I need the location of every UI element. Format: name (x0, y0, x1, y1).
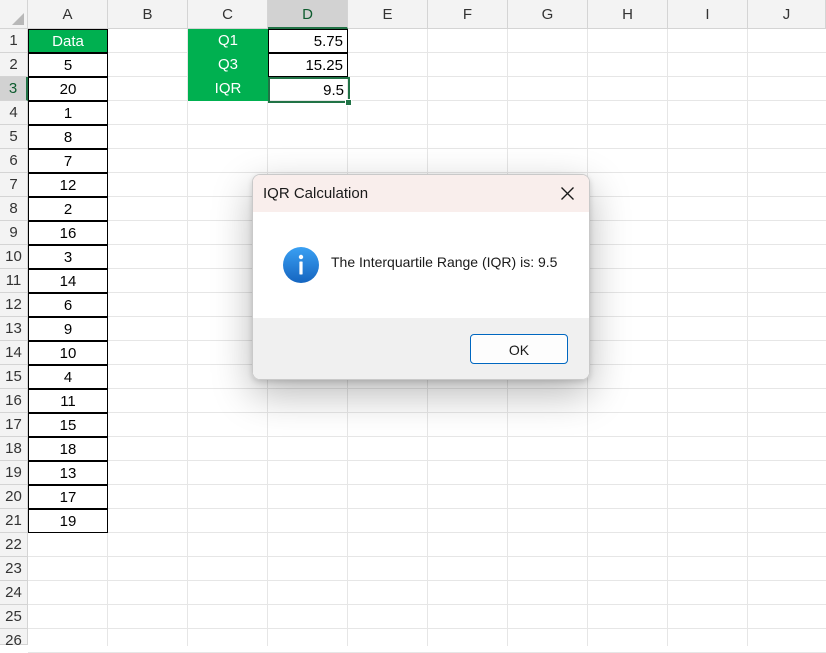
close-icon (561, 187, 574, 200)
gridline-horizontal (28, 100, 826, 101)
row-header-3[interactable]: 3 (0, 77, 28, 101)
select-all-triangle-icon (12, 13, 24, 25)
row-header-17[interactable]: 17 (0, 413, 28, 437)
ok-button[interactable]: OK (470, 334, 568, 364)
row-header-19[interactable]: 19 (0, 461, 28, 485)
row-header-21[interactable]: 21 (0, 509, 28, 533)
row-header-24[interactable]: 24 (0, 581, 28, 605)
gridline-horizontal (28, 148, 826, 149)
cell-c1-q1-label[interactable]: Q1 (188, 29, 268, 53)
gridline-horizontal (28, 604, 826, 605)
cell-a4[interactable]: 1 (28, 101, 108, 125)
cell-a3[interactable]: 20 (28, 77, 108, 101)
gridline-horizontal (28, 172, 826, 173)
row-header-13[interactable]: 13 (0, 317, 28, 341)
cell-a10[interactable]: 3 (28, 245, 108, 269)
gridline-horizontal (28, 532, 826, 533)
gridline-horizontal (28, 484, 826, 485)
row-header-6[interactable]: 6 (0, 149, 28, 173)
row-header-4[interactable]: 4 (0, 101, 28, 125)
cell-d1-q1-value[interactable]: 5.75 (268, 29, 348, 53)
row-header-1[interactable]: 1 (0, 29, 28, 53)
row-header-12[interactable]: 12 (0, 293, 28, 317)
row-header-11[interactable]: 11 (0, 269, 28, 293)
cell-a5[interactable]: 8 (28, 125, 108, 149)
dialog-title: IQR Calculation (263, 185, 369, 202)
gridline-horizontal (28, 460, 826, 461)
cell-a8[interactable]: 2 (28, 197, 108, 221)
column-header-a[interactable]: A (28, 0, 108, 29)
row-header-23[interactable]: 23 (0, 557, 28, 581)
cell-a6[interactable]: 7 (28, 149, 108, 173)
column-header-d[interactable]: D (268, 0, 348, 29)
cell-a16[interactable]: 11 (28, 389, 108, 413)
cell-a17[interactable]: 15 (28, 413, 108, 437)
gridline-horizontal (28, 412, 826, 413)
cell-a7[interactable]: 12 (28, 173, 108, 197)
row-header-18[interactable]: 18 (0, 437, 28, 461)
info-icon (283, 247, 319, 283)
cell-a13[interactable]: 9 (28, 317, 108, 341)
column-header-b[interactable]: B (108, 0, 188, 29)
row-header-25[interactable]: 25 (0, 605, 28, 629)
cell-a18[interactable]: 18 (28, 437, 108, 461)
cell-c2-q3-label[interactable]: Q3 (188, 53, 268, 77)
dialog-body: The Interquartile Range (IQR) is: 9.5 (253, 212, 589, 318)
cell-a1-header[interactable]: Data (28, 29, 108, 53)
row-header-2[interactable]: 2 (0, 53, 28, 77)
gridline-horizontal (28, 76, 826, 77)
gridline-vertical (747, 29, 748, 646)
gridline-horizontal (28, 52, 826, 53)
row-header-22[interactable]: 22 (0, 533, 28, 557)
cell-a19[interactable]: 13 (28, 461, 108, 485)
row-header-10[interactable]: 10 (0, 245, 28, 269)
cell-d3-iqr-value-selected[interactable]: 9.5 (268, 77, 350, 103)
column-header-e[interactable]: E (348, 0, 428, 29)
cell-a12[interactable]: 6 (28, 293, 108, 317)
dialog-message: The Interquartile Range (IQR) is: 9.5 (331, 254, 558, 270)
gridline-horizontal (28, 556, 826, 557)
gridline-horizontal (28, 436, 826, 437)
column-header-g[interactable]: G (508, 0, 588, 29)
cell-a15[interactable]: 4 (28, 365, 108, 389)
row-header-5[interactable]: 5 (0, 125, 28, 149)
row-header-8[interactable]: 8 (0, 197, 28, 221)
cell-a21[interactable]: 19 (28, 509, 108, 533)
row-header-26[interactable]: 26 (0, 629, 28, 649)
column-header-i[interactable]: I (668, 0, 748, 29)
dialog-title-bar[interactable]: IQR Calculation (253, 175, 589, 212)
row-header-16[interactable]: 16 (0, 389, 28, 413)
gridline-horizontal (28, 508, 826, 509)
column-header-j[interactable]: J (748, 0, 826, 29)
cell-a9[interactable]: 16 (28, 221, 108, 245)
column-header-h[interactable]: H (588, 0, 668, 29)
gridline-horizontal (28, 628, 826, 629)
cell-c3-iqr-label[interactable]: IQR (188, 77, 268, 101)
cell-d2-q3-value[interactable]: 15.25 (268, 53, 348, 77)
row-header-9[interactable]: 9 (0, 221, 28, 245)
cell-a2[interactable]: 5 (28, 53, 108, 77)
iqr-message-dialog: IQR Calculation The Interquartile Range … (252, 174, 590, 380)
row-header-20[interactable]: 20 (0, 485, 28, 509)
row-header-14[interactable]: 14 (0, 341, 28, 365)
gridline-vertical (667, 29, 668, 646)
column-header-f[interactable]: F (428, 0, 508, 29)
cell-a11[interactable]: 14 (28, 269, 108, 293)
select-all-corner[interactable] (0, 0, 28, 29)
row-header-7[interactable]: 7 (0, 173, 28, 197)
dialog-footer: OK (253, 318, 589, 379)
row-header-15[interactable]: 15 (0, 365, 28, 389)
gridline-horizontal (28, 580, 826, 581)
fill-handle[interactable] (345, 99, 352, 106)
dialog-close-button[interactable] (545, 175, 589, 212)
gridline-horizontal (28, 388, 826, 389)
gridline-vertical (187, 29, 188, 646)
cell-a20[interactable]: 17 (28, 485, 108, 509)
gridline-horizontal (28, 124, 826, 125)
cell-a14[interactable]: 10 (28, 341, 108, 365)
column-header-c[interactable]: C (188, 0, 268, 29)
